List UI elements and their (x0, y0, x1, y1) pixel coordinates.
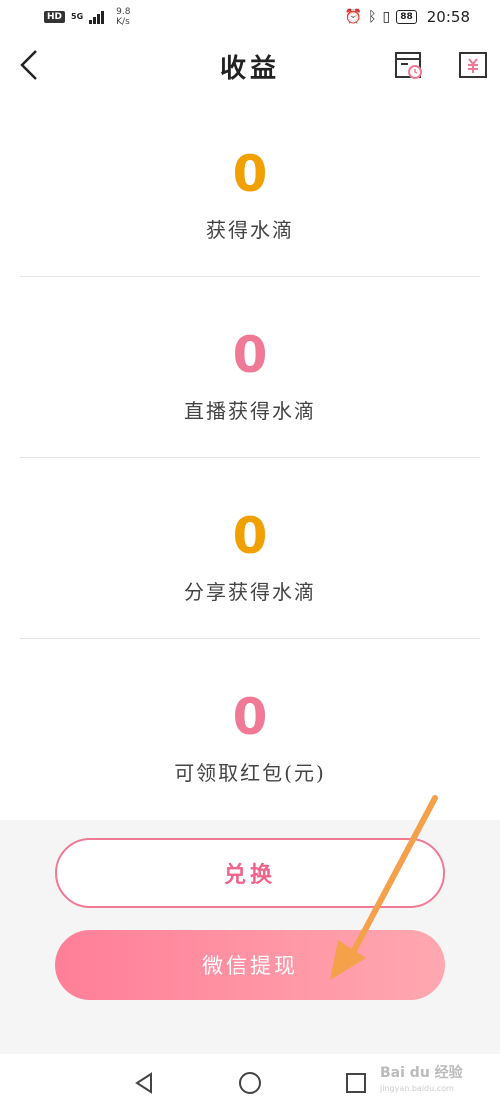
vibrate-icon: ▯ (382, 9, 391, 25)
nav-back-button[interactable] (131, 1070, 157, 1096)
battery-indicator: 88 (396, 10, 417, 24)
circle-home-icon (239, 1072, 261, 1094)
stat-red-packet: 0 可领取红包(元) (20, 639, 480, 820)
hd-badge: HD (44, 11, 66, 23)
yuan-bill-icon (459, 52, 487, 78)
app-header: 收益 (0, 34, 500, 96)
stat-label: 分享获得水滴 (184, 580, 316, 604)
nav-recent-button[interactable] (343, 1070, 369, 1096)
exchange-button[interactable]: 兑换 (55, 838, 445, 908)
triangle-back-icon (135, 1072, 152, 1094)
clock: 20:58 (426, 8, 470, 26)
stat-live-water-drops: 0 直播获得水滴 (20, 277, 480, 458)
watermark-sub: jingyan.baidu.com (380, 1084, 454, 1093)
records-button[interactable] (394, 50, 424, 80)
speed-value: 9.8 (116, 7, 131, 17)
signal-icon (89, 10, 105, 24)
wechat-withdraw-button[interactable]: 微信提现 (55, 930, 445, 1000)
network-speed: 9.8 K/s (116, 7, 130, 27)
bill-button[interactable] (458, 50, 488, 80)
action-area: 兑换 微信提现 (0, 820, 500, 1054)
earnings-stats: 0 获得水滴 0 直播获得水滴 0 分享获得水滴 0 可领取红包(元) (20, 96, 480, 820)
stat-water-drops: 0 获得水滴 (20, 96, 480, 277)
watermark: Bai du 经验 (380, 1065, 463, 1081)
stat-value: 0 (232, 326, 268, 384)
stat-value: 0 (232, 145, 268, 203)
stat-value: 0 (232, 507, 268, 565)
status-bar: HD 5G 9.8 K/s ⏰ ᛒ ▯ 88 20:58 (0, 0, 500, 34)
speed-unit: K/s (116, 17, 130, 27)
system-nav-bar: Bai du 经验 jingyan.baidu.com (0, 1054, 500, 1111)
network-type: 5G (71, 12, 84, 21)
calendar-clock-icon (395, 52, 422, 79)
stat-share-water-drops: 0 分享获得水滴 (20, 458, 480, 639)
nav-home-button[interactable] (237, 1070, 263, 1096)
alarm-icon: ⏰ (344, 9, 363, 25)
bluetooth-icon: ᛒ (368, 9, 377, 25)
stat-label: 可领取红包(元) (174, 761, 326, 785)
stat-value: 0 (232, 688, 268, 746)
square-recent-icon (346, 1073, 366, 1093)
stat-label: 直播获得水滴 (184, 399, 316, 423)
page-title: 收益 (219, 54, 280, 84)
stat-label: 获得水滴 (206, 218, 294, 242)
